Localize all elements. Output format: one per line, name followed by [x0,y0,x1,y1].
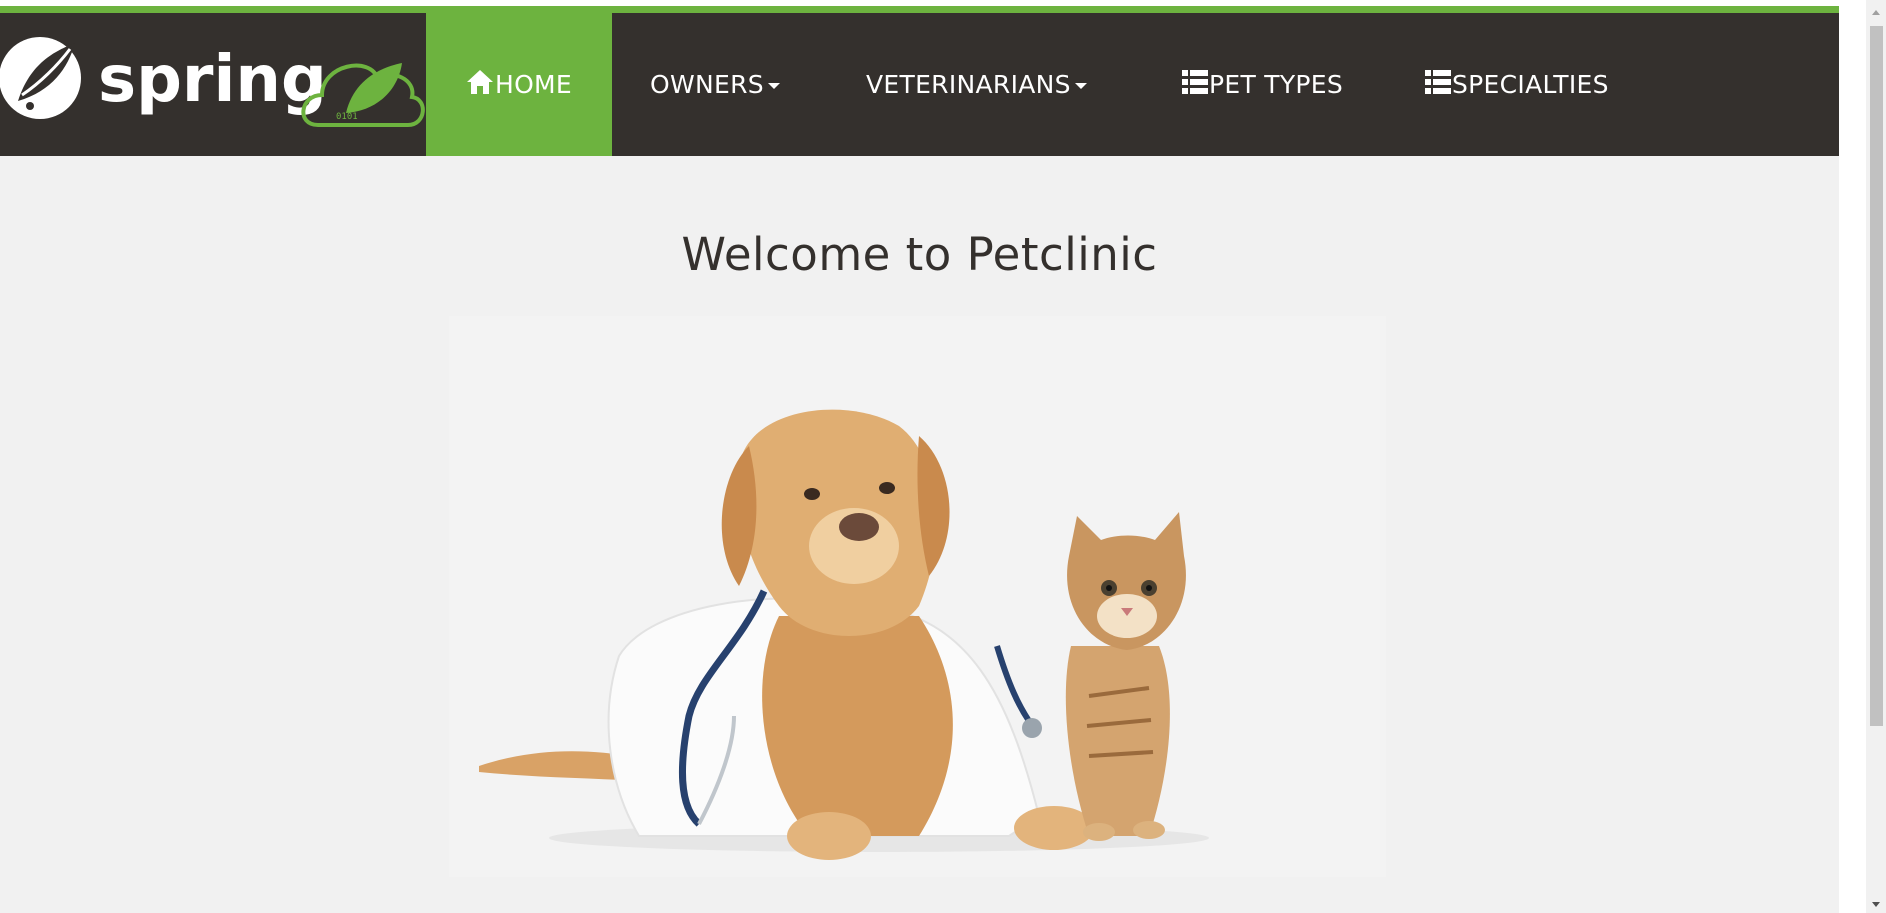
spring-logo[interactable]: spring 0101 [0,13,426,156]
nav-owners-label: OWNERS [650,70,764,99]
nav-home-label: HOME [494,70,573,99]
page-title: Welcome to Petclinic [681,228,1158,281]
chevron-down-icon [1074,82,1087,89]
nav-owners[interactable]: OWNERS [650,13,780,156]
accent-line [0,6,1839,13]
nav-home[interactable]: HOME [426,13,612,156]
app-viewport: spring 0101 HOME OWNERS VETERINARIANS PE… [0,0,1886,913]
svg-text:0101: 0101 [336,112,358,122]
list-icon [1182,69,1208,100]
nav-pet-types-label: PET TYPES [1209,70,1344,99]
scroll-down-arrow-icon[interactable] [1872,902,1880,907]
scrollbar-thumb[interactable] [1870,26,1883,726]
nav-pet-types[interactable]: PET TYPES [1182,13,1343,156]
nav-specialties[interactable]: SPECIALTIES [1425,13,1609,156]
vertical-scrollbar[interactable] [1866,0,1886,913]
nav-veterinarians-label: VETERINARIANS [866,70,1071,99]
list-icon [1425,69,1451,100]
scroll-up-arrow-icon[interactable] [1872,10,1880,15]
svg-text:spring: spring [98,43,327,117]
chevron-down-icon [767,82,780,89]
navbar: spring 0101 HOME OWNERS VETERINARIANS PE… [0,13,1839,156]
pets-image [449,316,1386,877]
spring-leaf-icon [0,37,81,119]
page-right-margin [1839,0,1866,913]
home-icon [466,69,494,101]
nav-specialties-label: SPECIALTIES [1452,70,1609,99]
nav-veterinarians[interactable]: VETERINARIANS [866,13,1087,156]
